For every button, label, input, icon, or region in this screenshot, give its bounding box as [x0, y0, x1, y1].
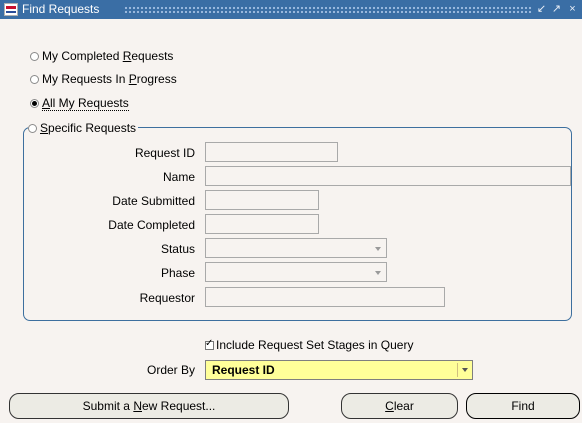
date-completed-label: Date Completed [108, 218, 195, 232]
radio-circle[interactable] [30, 51, 39, 61]
close-icon[interactable]: × [566, 2, 579, 16]
date-completed-field[interactable] [205, 214, 319, 234]
include-stages-checkbox[interactable]: Include Request Set Stages in Query [205, 337, 413, 353]
radio-all-my-requests[interactable]: All My Requests [30, 94, 129, 112]
chevron-down-icon[interactable] [375, 271, 381, 275]
name-label: Name [162, 170, 195, 184]
requestor-field[interactable] [205, 287, 445, 307]
radio-circle[interactable] [30, 74, 39, 84]
date-submitted-label: Date Submitted [112, 194, 195, 208]
status-dropdown[interactable] [205, 238, 387, 258]
radio-label: My Completed Requests [42, 49, 174, 63]
request-id-label: Request ID [134, 146, 195, 160]
radio-label: Specific Requests [40, 121, 137, 135]
status-label: Status [160, 242, 195, 256]
radio-label: My Requests In Progress [42, 72, 177, 86]
order-by-value: Request ID [212, 363, 275, 377]
order-by-label: Order By [146, 363, 195, 377]
radio-circle[interactable] [28, 123, 37, 133]
submit-new-request-button[interactable]: Submit a New Request... [9, 393, 289, 419]
radio-my-requests-in-progress[interactable]: My Requests In Progress [30, 70, 177, 88]
chevron-down-icon[interactable] [375, 247, 381, 251]
select-separator [457, 363, 458, 377]
phase-label: Phase [160, 266, 195, 280]
chevron-down-icon[interactable] [462, 368, 468, 372]
radio-circle-selected[interactable] [30, 98, 39, 108]
checkbox-checked[interactable] [205, 338, 214, 350]
radio-label: All My Requests [42, 95, 129, 111]
order-by-select[interactable]: Request ID [205, 360, 473, 380]
oracle-app-icon [4, 3, 18, 16]
title-bar: Find Requests ↙ ↗ × [0, 0, 582, 19]
minimize-icon[interactable]: ↙ [535, 2, 548, 16]
title-bar-pattern [124, 6, 532, 13]
radio-my-completed-requests[interactable]: My Completed Requests [30, 47, 173, 65]
request-id-field[interactable] [205, 142, 338, 162]
requestor-label: Requestor [139, 291, 195, 305]
phase-dropdown[interactable] [205, 262, 387, 282]
name-field[interactable] [205, 166, 571, 186]
include-stages-label: Include Request Set Stages in Query [216, 338, 414, 352]
clear-button[interactable]: Clear [341, 393, 458, 419]
radio-specific-requests[interactable]: Specific Requests [28, 120, 139, 136]
window-title: Find Requests [22, 2, 100, 16]
date-submitted-field[interactable] [205, 190, 319, 210]
maximize-icon[interactable]: ↗ [550, 2, 563, 16]
find-button[interactable]: Find [466, 393, 580, 419]
